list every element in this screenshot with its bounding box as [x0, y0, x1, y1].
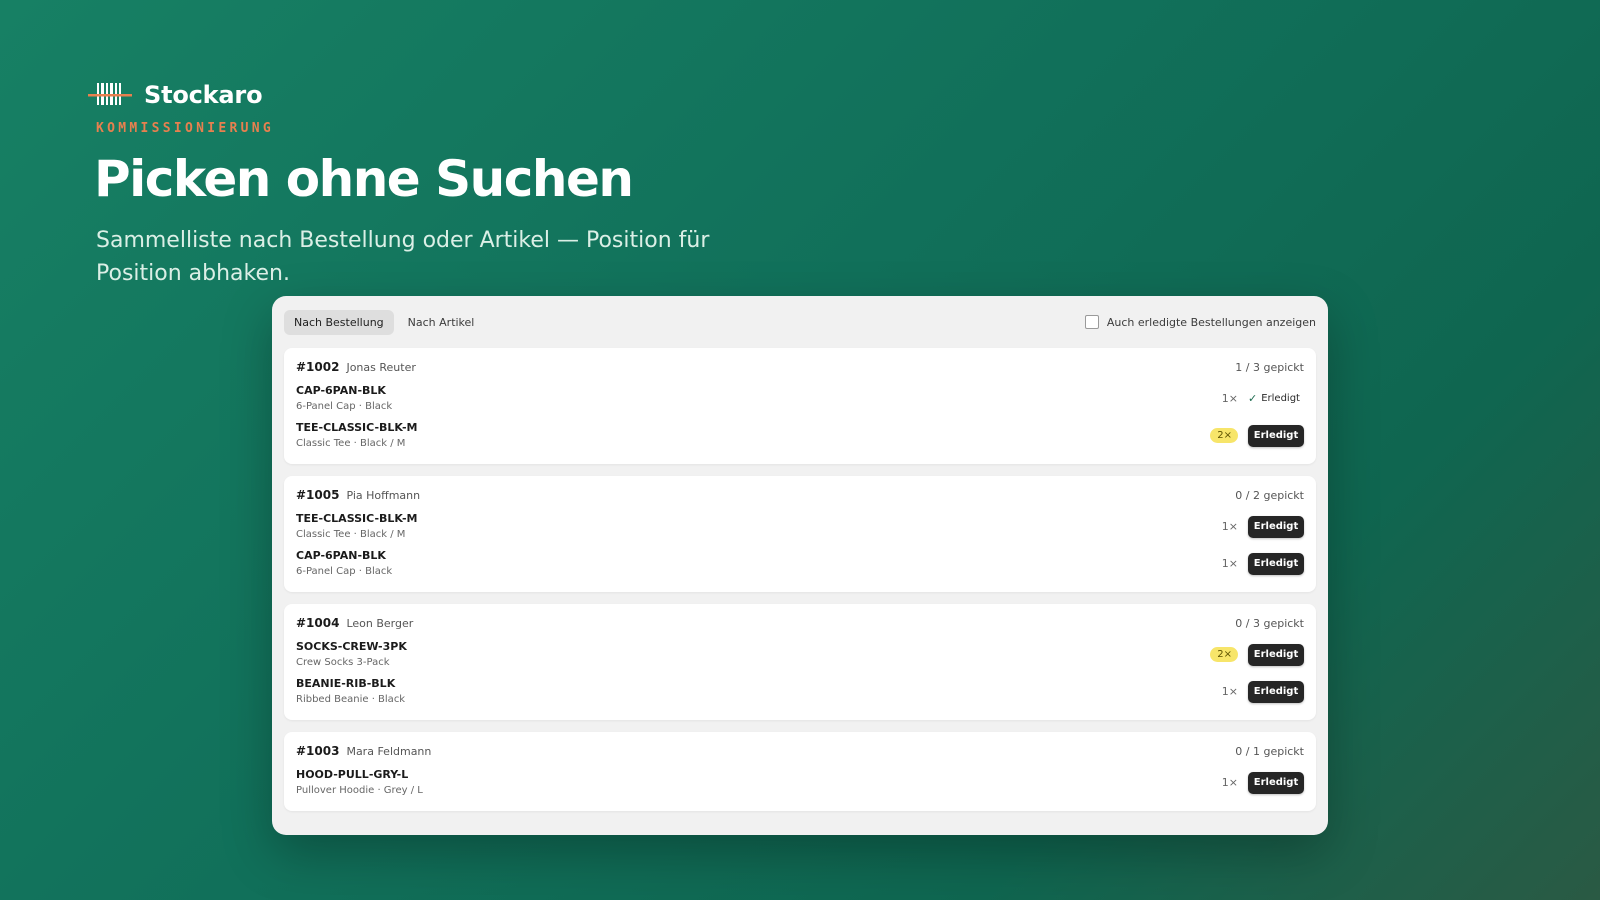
done-button[interactable]: Erledigt [1248, 515, 1304, 538]
order-customer: Leon Berger [346, 617, 414, 630]
line-desc: Classic Tee · Black / M [296, 438, 406, 449]
hero-subtitle: Sammelliste nach Bestellung oder Artikel… [96, 228, 710, 286]
line-qty: 1× [1221, 557, 1238, 570]
order-id: #1002 [296, 360, 340, 374]
check-icon: ✓ [1248, 392, 1258, 405]
order-line: TEE-CLASSIC-BLK-M Classic Tee · Black / … [296, 417, 1304, 454]
done-button[interactable]: Erledigt [1248, 552, 1304, 575]
order-line: CAP-6PAN-BLK 6-Panel Cap · Black 1× ✓ Er… [296, 380, 1304, 417]
order-line: HOOD-PULL-GRY-L Pullover Hoodie · Grey /… [296, 764, 1304, 801]
barcode-icon [88, 80, 132, 110]
line-sku: HOOD-PULL-GRY-L [296, 768, 409, 781]
show-done-toggle[interactable]: Auch erledigte Bestellungen anzeigen [1084, 315, 1316, 329]
line-qty-badge: 2× [1210, 428, 1238, 443]
order-line: SOCKS-CREW-3PK Crew Socks 3-Pack 2× Erle… [296, 636, 1304, 673]
line-desc: Ribbed Beanie · Black [296, 694, 406, 705]
line-qty: 1× [1221, 520, 1238, 533]
tab-by-order[interactable]: Nach Bestellung [284, 309, 394, 335]
done-button[interactable]: Erledigt [1248, 771, 1304, 794]
order-line: CAP-6PAN-BLK 6-Panel Cap · Black 1× Erle… [296, 545, 1304, 582]
line-desc: 6-Panel Cap · Black [296, 401, 393, 412]
order-line: TEE-CLASSIC-BLK-M Classic Tee · Black / … [296, 508, 1304, 545]
show-done-label: Auch erledigte Bestellungen anzeigen [1106, 315, 1316, 329]
line-qty-badge: 2× [1210, 647, 1238, 662]
line-sku: BEANIE-RIB-BLK [296, 677, 396, 690]
order-card: #1004 Leon Berger 0 / 3 gepickt SOCKS-CR… [284, 604, 1316, 720]
order-id: #1003 [296, 744, 340, 758]
line-sku: TEE-CLASSIC-BLK-M [296, 512, 418, 525]
line-desc: Crew Socks 3-Pack [296, 657, 390, 668]
picklist-panel: Nach Bestellung Nach Artikel Auch erledi… [272, 296, 1328, 835]
done-button[interactable]: Erledigt [1248, 643, 1304, 666]
hero-title: Picken ohne Suchen [94, 150, 634, 208]
order-progress: 0 / 3 gepickt [1235, 617, 1304, 630]
line-desc: Pullover Hoodie · Grey / L [296, 785, 423, 796]
line-desc: 6-Panel Cap · Black [296, 566, 393, 577]
line-qty: 1× [1221, 392, 1238, 405]
order-customer: Pia Hoffmann [346, 489, 421, 502]
order-list: #1002 Jonas Reuter 1 / 3 gepickt CAP-6PA… [272, 348, 1328, 811]
order-card: #1005 Pia Hoffmann 0 / 2 gepickt TEE-CLA… [284, 476, 1316, 592]
line-desc: Classic Tee · Black / M [296, 529, 406, 540]
line-qty: 1× [1221, 685, 1238, 698]
order-progress: 1 / 3 gepickt [1235, 361, 1304, 374]
order-customer: Mara Feldmann [346, 745, 432, 758]
line-sku: CAP-6PAN-BLK [296, 384, 386, 397]
order-progress: 0 / 1 gepickt [1235, 745, 1304, 758]
line-sku: TEE-CLASSIC-BLK-M [296, 421, 418, 434]
order-card: #1003 Mara Feldmann 0 / 1 gepickt HOOD-P… [284, 732, 1316, 811]
order-card: #1002 Jonas Reuter 1 / 3 gepickt CAP-6PA… [284, 348, 1316, 464]
order-id: #1004 [296, 616, 340, 630]
line-qty: 1× [1221, 776, 1238, 789]
order-id: #1005 [296, 488, 340, 502]
brand-name: Stockaro [144, 81, 263, 109]
order-customer: Jonas Reuter [346, 361, 416, 374]
done-button[interactable]: Erledigt [1248, 680, 1304, 703]
line-sku: SOCKS-CREW-3PK [296, 640, 407, 653]
eyebrow-label: KOMMISSIONIERUNG [96, 121, 275, 136]
done-state-label: Erledigt [1261, 393, 1300, 404]
done-button[interactable]: Erledigt [1248, 424, 1304, 447]
done-state: ✓ Erledigt [1248, 392, 1304, 405]
show-done-checkbox[interactable] [1084, 315, 1099, 329]
order-progress: 0 / 2 gepickt [1235, 489, 1304, 502]
line-sku: CAP-6PAN-BLK [296, 549, 386, 562]
brand: Stockaro [88, 80, 263, 110]
tab-by-article[interactable]: Nach Artikel [398, 310, 485, 335]
order-line: BEANIE-RIB-BLK Ribbed Beanie · Black 1× … [296, 673, 1304, 710]
picklist-toolbar: Nach Bestellung Nach Artikel Auch erledi… [272, 296, 1328, 348]
